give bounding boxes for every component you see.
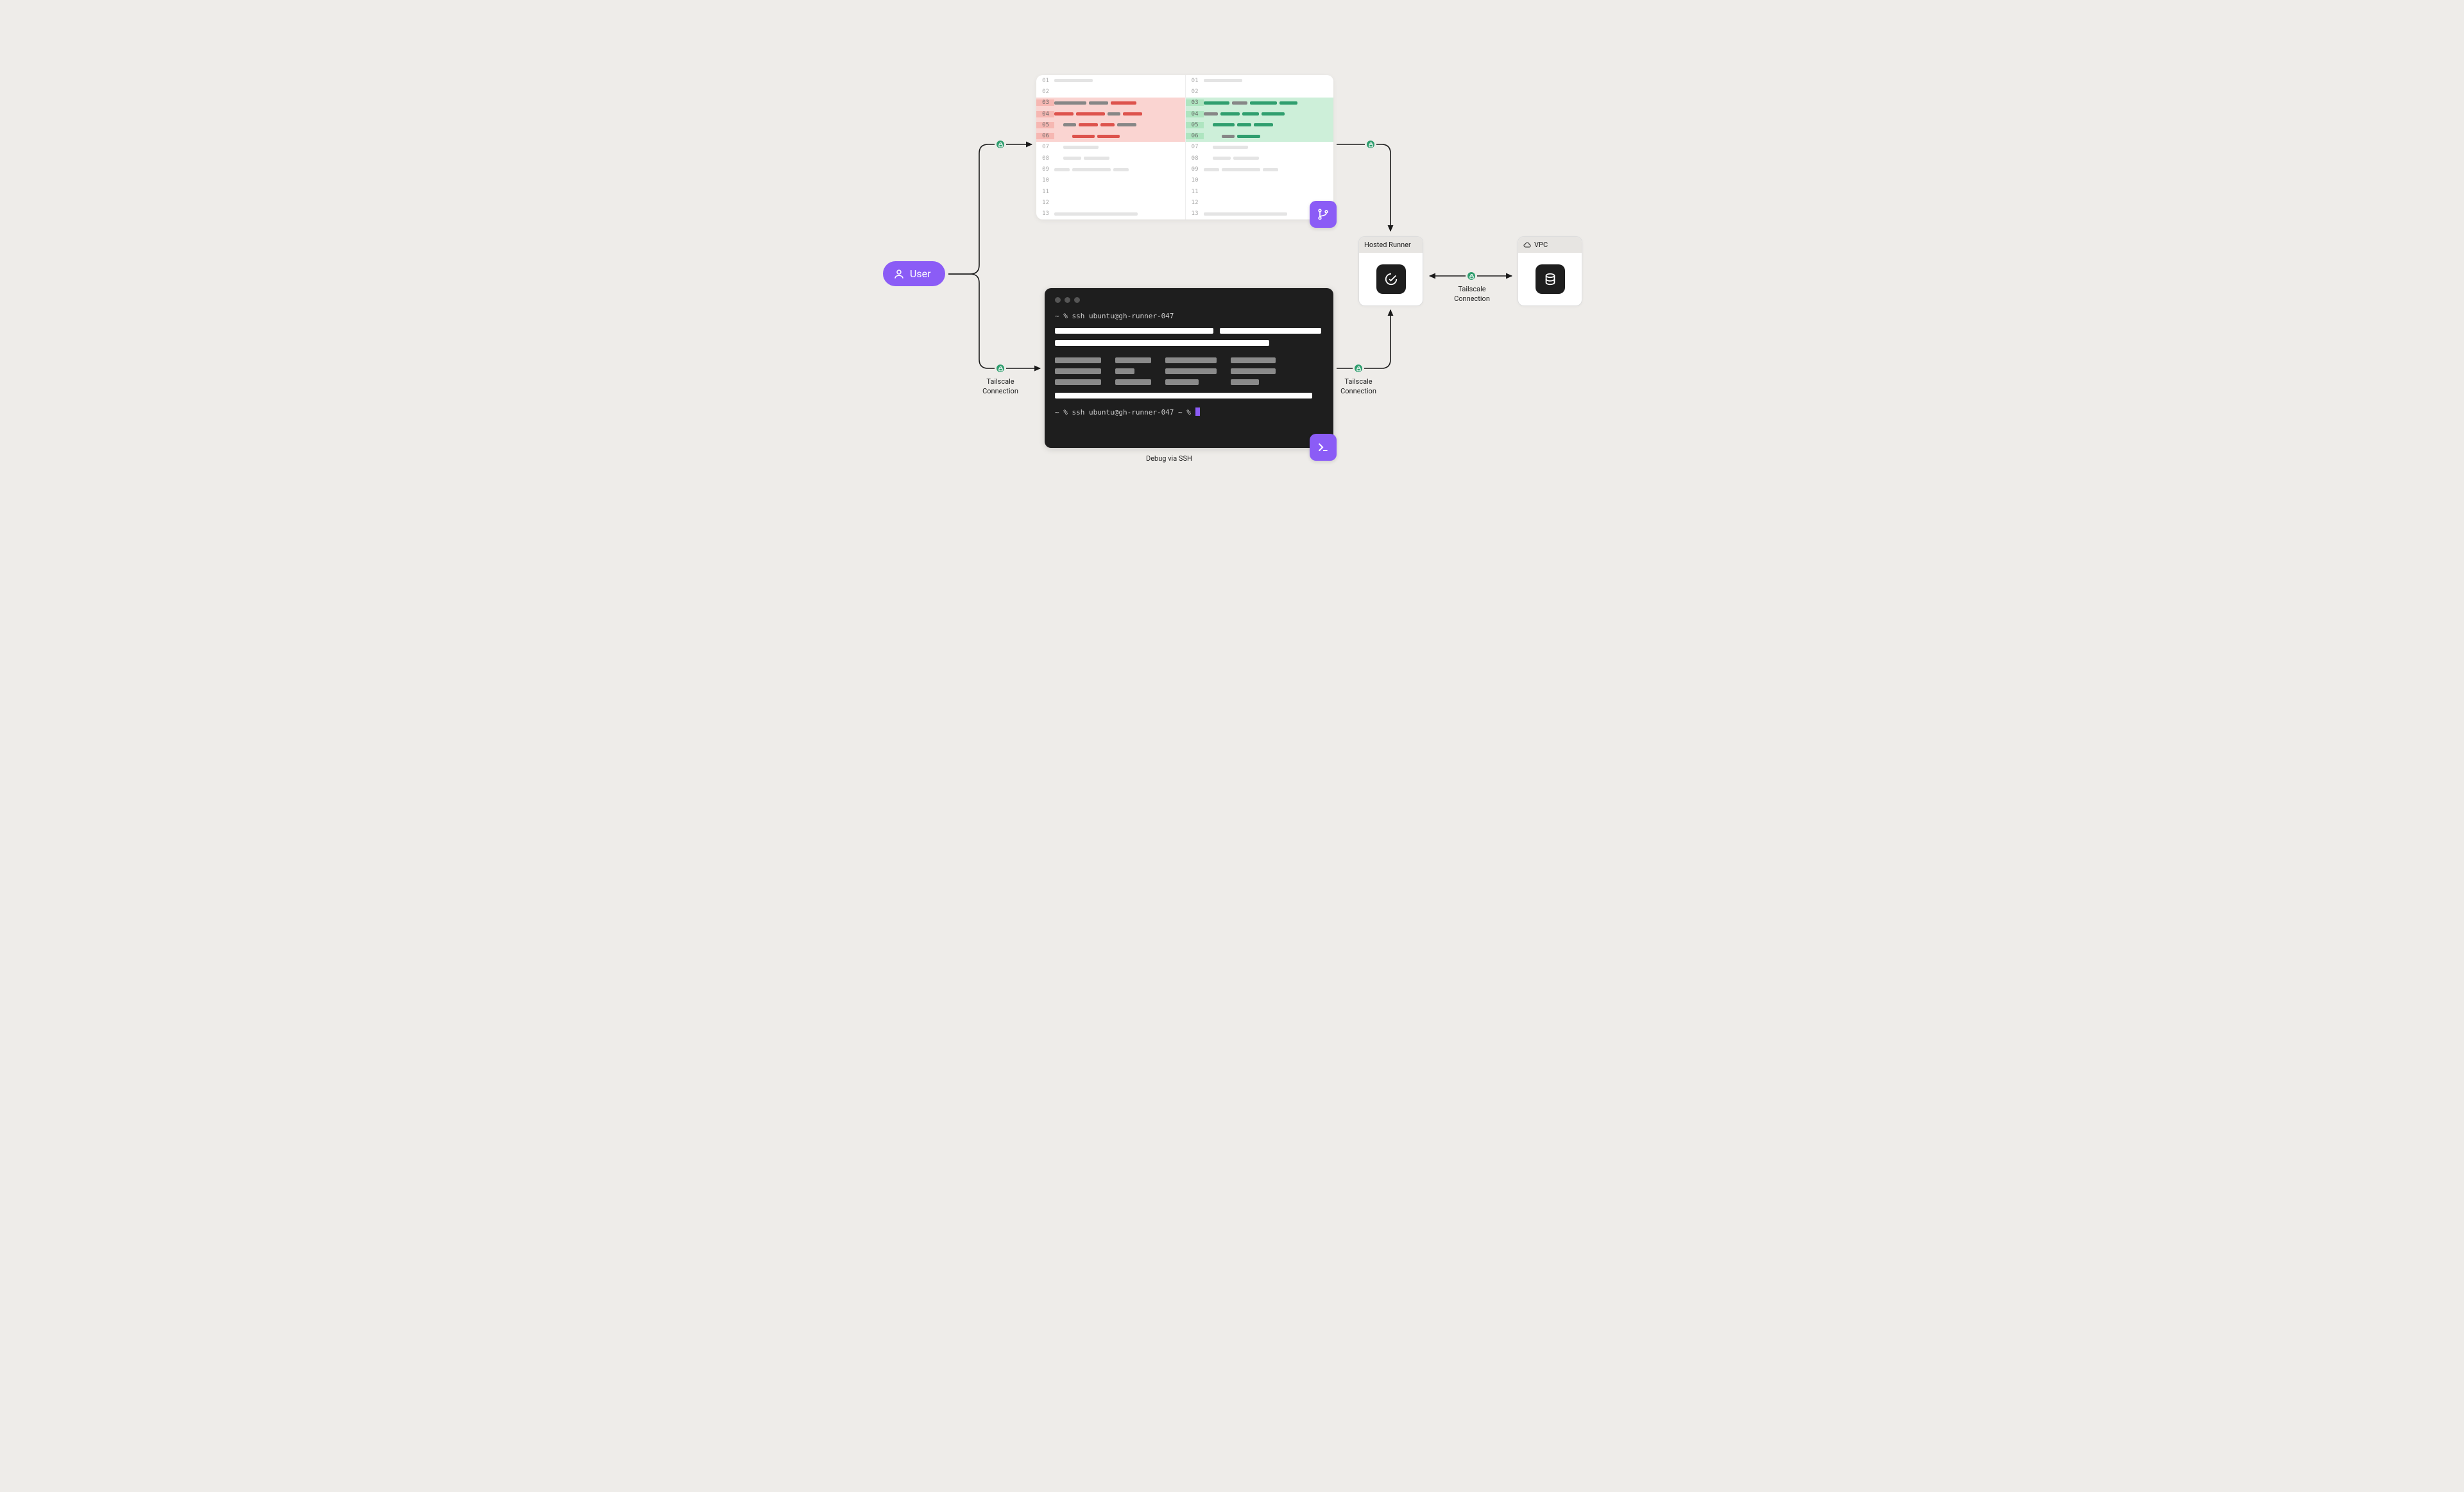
user-icon [893, 268, 905, 280]
connection-label: Tailscale Connection [971, 377, 1029, 397]
diff-side-removed: 01 02 03 04 05 06 07 08 09 10 11 12 13 [1036, 75, 1185, 219]
code-diff-panel: 01 02 03 04 05 06 07 08 09 10 11 12 13 0… [1036, 75, 1333, 219]
hosted-runner-card: Hosted Runner [1358, 236, 1423, 306]
database-icon [1536, 264, 1565, 294]
lock-icon [1365, 139, 1376, 150]
terminal-icon [1310, 434, 1337, 461]
check-circle-icon [1376, 264, 1406, 294]
lock-icon [1466, 270, 1477, 282]
lock-icon [995, 363, 1006, 374]
cloud-icon [1523, 241, 1531, 249]
terminal-panel: ~ % ssh ubuntu@gh-runner-047 ~ % ssh ubu… [1045, 288, 1333, 448]
lock-icon [1353, 363, 1364, 374]
terminal-caption: Debug via SSH [1146, 454, 1192, 463]
terminal-prompt: ~ % ssh ubuntu@gh-runner-047 ~ % [1055, 407, 1323, 416]
terminal-cursor [1195, 407, 1200, 416]
window-controls [1055, 297, 1323, 303]
diagram-canvas: User 01 02 03 04 05 06 07 08 09 10 11 12… [780, 0, 1684, 547]
connection-label: Tailscale Connection [1443, 285, 1501, 304]
user-label: User [910, 268, 931, 280]
card-title: VPC [1534, 241, 1548, 249]
lock-icon [995, 139, 1006, 150]
diff-side-added: 01 02 03 04 05 06 07 08 09 10 11 12 13 [1185, 75, 1334, 219]
terminal-prompt: ~ % ssh ubuntu@gh-runner-047 [1055, 312, 1323, 320]
vpc-card: VPC [1518, 236, 1582, 306]
card-title: Hosted Runner [1364, 241, 1411, 249]
git-branch-icon [1310, 201, 1337, 228]
user-node: User [883, 261, 945, 286]
connection-label: Tailscale Connection [1330, 377, 1387, 397]
